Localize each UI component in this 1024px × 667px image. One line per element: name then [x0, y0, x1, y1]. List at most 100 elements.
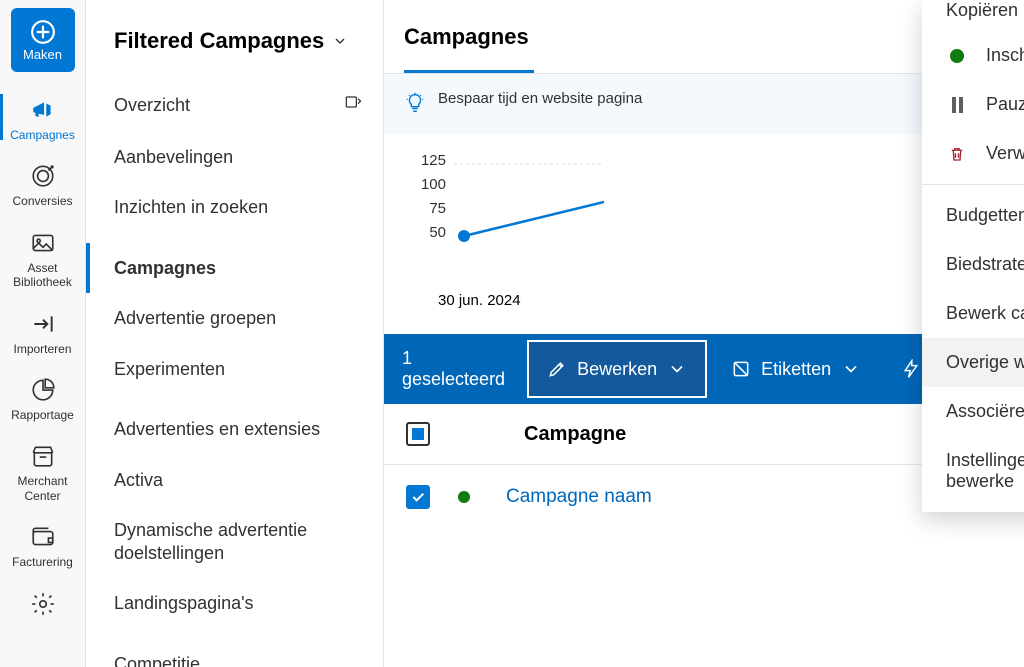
menu-label: Bewerk campagne taal	[946, 303, 1024, 324]
chevron-down-icon	[841, 359, 861, 379]
nav-label: Competitie	[114, 653, 200, 667]
menu-label: Inschakelen	[986, 45, 1024, 66]
rail-item-campagnes[interactable]: Campagnes	[0, 84, 86, 150]
nav-label: Campagnes	[114, 257, 216, 280]
menu-item-budgets[interactable]: Budgetten wijzigen	[922, 191, 1024, 240]
rail-item-settings[interactable]	[0, 578, 86, 630]
menu-item-auto-settings[interactable]: Instellingen voor automatisch gegenereer…	[922, 436, 1024, 506]
nav-label: Activa	[114, 469, 163, 492]
rail-label: Campagnes	[10, 128, 75, 142]
menu-item-pause[interactable]: Pauze	[922, 80, 1024, 129]
create-label: Maken	[23, 47, 62, 62]
nav-label: Advertenties en extensies	[114, 418, 320, 441]
rail-label: Rapportage	[11, 408, 74, 422]
menu-item-enable[interactable]: Inschakelen	[922, 31, 1024, 80]
labels-label: Etiketten	[761, 359, 831, 380]
campaign-name-link[interactable]: Campagne naam	[506, 486, 652, 508]
status-indicator	[458, 491, 470, 503]
nav-item-landingspaginas[interactable]: Landingspagina's	[86, 578, 371, 629]
nav-item-dynamische[interactable]: Dynamische advertentie doelstellingen	[86, 505, 371, 578]
pause-icon	[946, 97, 968, 113]
nav-item-advertenties-extensies[interactable]: Advertenties en extensies	[86, 404, 371, 455]
select-all-checkbox[interactable]	[406, 422, 430, 446]
x-tick: 30 jun. 2024	[438, 292, 521, 309]
nav-label: Inzichten in zoeken	[114, 196, 268, 219]
menu-item-bidstrategy[interactable]: Biedstrategie	[922, 240, 1024, 289]
trash-icon	[946, 145, 968, 163]
nav-item-competitie[interactable]: Competitie	[86, 639, 371, 667]
rail-item-merchant[interactable]: Merchant Center	[0, 430, 86, 511]
rail-item-conversies[interactable]: Conversies	[0, 150, 86, 216]
tip-text: Bespaar tijd en website pagina	[438, 90, 642, 107]
nav-item-experimenten[interactable]: Experimenten	[86, 344, 371, 395]
main-content: Campagnes Bespaar tijd en website pagina…	[384, 0, 1024, 667]
lightbulb-icon	[404, 92, 426, 118]
gear-icon	[29, 590, 57, 618]
menu-label: Kopiëren	[946, 0, 1018, 21]
y-tick: 125	[404, 152, 446, 174]
nav-item-activa[interactable]: Activa	[86, 455, 371, 506]
menu-item-other-changes[interactable]: Overige wijzigingen	[922, 338, 1024, 387]
menu-label: Verwijderen	[986, 143, 1024, 164]
y-tick: 75	[404, 200, 446, 222]
expand-icon[interactable]	[343, 92, 363, 118]
menu-item-copy[interactable]: Kopiëren ⌘	[922, 0, 1024, 31]
rail-label: Conversies	[12, 194, 72, 208]
rail-label: Importeren	[13, 342, 71, 356]
labels-button[interactable]: Etiketten	[711, 334, 881, 404]
left-rail: Maken Campagnes Conversies Asset Bibliot…	[0, 0, 86, 667]
status-green-icon	[946, 49, 968, 63]
menu-label: Pauze	[986, 94, 1024, 115]
menu-label: Biedstrategie	[946, 254, 1024, 275]
menu-item-associate[interactable]: Associëren met doelgroepen	[922, 387, 1024, 436]
nav-item-aanbevelingen[interactable]: Aanbevelingen	[86, 132, 371, 183]
menu-label: Associëren met doelgroepen	[946, 401, 1024, 422]
rail-item-asset[interactable]: Asset Bibliotheek	[0, 217, 86, 298]
chevron-down-icon	[332, 33, 348, 49]
edit-button[interactable]: Bewerken	[527, 340, 707, 398]
nav-label: Landingspagina's	[114, 592, 254, 615]
rail-label: Merchant Center	[4, 474, 82, 503]
sidebar-title: Filtered Campagnes	[114, 28, 324, 54]
nav-label: Advertentie groepen	[114, 307, 276, 330]
menu-item-delete[interactable]: Verwijderen	[922, 129, 1024, 178]
pie-chart-icon	[29, 376, 57, 404]
rail-item-rapportage[interactable]: Rapportage	[0, 364, 86, 430]
line-chart-icon	[454, 158, 604, 248]
nav-item-campagnes[interactable]: Campagnes	[86, 243, 371, 294]
sidebar-title-dropdown[interactable]: Filtered Campagnes	[86, 0, 383, 78]
image-icon	[29, 229, 57, 257]
create-button[interactable]: Maken	[11, 8, 75, 72]
y-tick: 100	[404, 176, 446, 198]
sidebar: Filtered Campagnes Overzicht Aanbeveling…	[86, 0, 384, 667]
row-checkbox[interactable]	[406, 485, 430, 509]
menu-label: Budgetten wijzigen	[946, 205, 1024, 226]
nav-label: Experimenten	[114, 358, 225, 381]
import-icon	[29, 310, 57, 338]
menu-item-language[interactable]: Bewerk campagne taal	[922, 289, 1024, 338]
nav-item-overzicht[interactable]: Overzicht	[86, 78, 371, 132]
selected-count: 1 geselecteerd	[384, 334, 523, 404]
menu-separator	[922, 184, 1024, 185]
plus-circle-icon	[30, 19, 56, 45]
lightning-icon	[901, 359, 921, 379]
nav-item-inzichten[interactable]: Inzichten in zoeken	[86, 182, 371, 233]
nav-label: Dynamische advertentie doelstellingen	[114, 519, 371, 564]
pencil-icon	[547, 359, 567, 379]
rail-item-facturering[interactable]: Facturering	[0, 511, 86, 577]
rail-item-importeren[interactable]: Importeren	[0, 298, 86, 364]
nav-item-advertentiegroepen[interactable]: Advertentie groepen	[86, 293, 371, 344]
rail-label: Asset Bibliotheek	[4, 261, 82, 290]
column-header-campaign[interactable]: Campagne	[524, 423, 626, 446]
shop-icon	[29, 442, 57, 470]
edit-context-menu: Kopiëren ⌘ Inschakelen Pauze Verwijderen…	[922, 0, 1024, 512]
nav-label: Aanbevelingen	[114, 146, 233, 169]
megaphone-icon	[29, 96, 57, 124]
nav-label: Overzicht	[114, 94, 190, 117]
y-tick: 50	[404, 224, 446, 246]
menu-label: Overige wijzigingen	[946, 352, 1024, 373]
menu-label: Instellingen voor automatisch gegenereer…	[946, 450, 1024, 492]
tag-icon	[731, 359, 751, 379]
rail-label: Facturering	[12, 555, 73, 569]
wallet-icon	[29, 523, 57, 551]
